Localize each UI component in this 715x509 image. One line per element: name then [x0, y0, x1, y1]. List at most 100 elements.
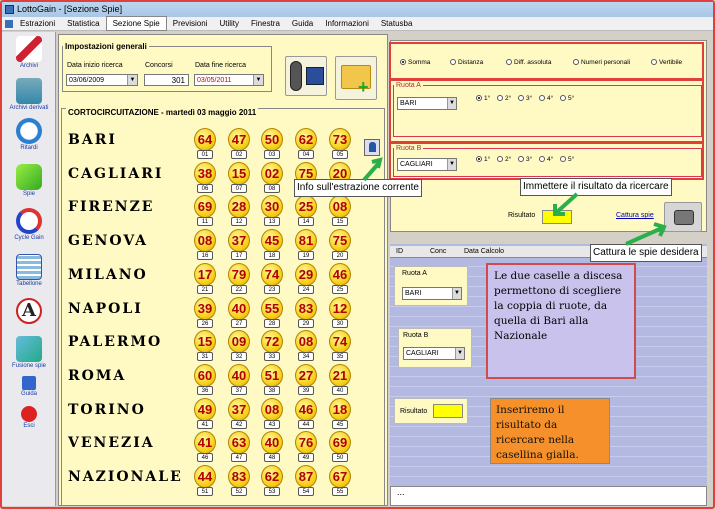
menu-previsioni[interactable]: Previsioni — [167, 17, 214, 30]
number-ball: 46 — [295, 397, 317, 421]
toolbar-tabellone[interactable]: Tabellone — [2, 254, 56, 287]
ruota-a-position-4[interactable]: 4° — [539, 95, 553, 102]
number-ball: 74 — [261, 262, 283, 286]
window-title: LottoGain - [Sezione Spie] — [17, 4, 123, 14]
number-ball: 21 — [329, 363, 351, 387]
number-ball: 12 — [329, 296, 351, 320]
lower-ruota-b-label: Ruota B — [403, 332, 429, 339]
arrow-immettere — [553, 192, 579, 216]
mdi-icon[interactable] — [5, 20, 13, 28]
position-badge: 46 — [197, 453, 213, 463]
menu-informazioni[interactable]: Informazioni — [319, 17, 375, 30]
radio-icon — [560, 95, 566, 102]
toolbar-spie[interactable]: Spie — [2, 164, 56, 197]
chevron-down-icon[interactable]: ▼ — [127, 75, 137, 85]
number-ball: 51 — [261, 363, 283, 387]
mode-option-2[interactable]: Diff. assoluta — [506, 59, 551, 66]
position-badge: 06 — [197, 183, 213, 193]
chevron-down-icon[interactable]: ▼ — [455, 348, 464, 359]
number-ball: 40 — [228, 363, 250, 387]
position-badge: 16 — [197, 251, 213, 261]
ruota-b-select[interactable]: CAGLIARI ▼ — [397, 158, 457, 171]
position-badge: 35 — [332, 352, 348, 362]
number-ball: 67 — [329, 465, 351, 488]
pencil-icon — [16, 36, 42, 62]
toolbar-cycle-gain[interactable]: Cycle Gain — [2, 208, 56, 241]
mode-option-3[interactable]: Numeri personali — [573, 59, 630, 66]
toolbar-esci[interactable]: Esci — [2, 406, 56, 429]
number-ball: 40 — [228, 296, 250, 320]
chevron-down-icon[interactable]: ▼ — [452, 288, 461, 299]
ruota-a-position-3[interactable]: 3° — [518, 95, 532, 102]
menu-sezione-spie[interactable]: Sezione Spie — [105, 16, 167, 31]
flashlight-icon — [16, 164, 42, 190]
position-badge: 51 — [197, 487, 213, 496]
arrow-cattura — [625, 222, 667, 246]
ruota-a-select[interactable]: BARI ▼ — [397, 97, 457, 110]
end-date-field[interactable]: 03/05/2011 ▼ — [194, 74, 264, 86]
left-toolbar: Archivi Archivi derivati Ritardi Spie Cy… — [2, 32, 56, 506]
position-badge: 25 — [332, 284, 348, 294]
mode-option-4[interactable]: Vertibile — [651, 59, 682, 66]
lower-result-input[interactable] — [433, 404, 463, 418]
number-ball: 44 — [194, 465, 216, 488]
note-ruote: Le due caselle a discesa permettono di s… — [486, 263, 636, 379]
open-folder-button[interactable]: + — [335, 56, 377, 100]
ruota-b-position-3[interactable]: 3° — [518, 156, 532, 163]
number-ball: 73 — [329, 128, 351, 151]
save-button[interactable] — [285, 56, 327, 96]
ruota-a-position-1[interactable]: 1° — [476, 95, 490, 102]
toolbar-ritardi[interactable]: Ritardi — [2, 118, 56, 151]
position-badge: 11 — [197, 217, 213, 227]
start-date-field[interactable]: 03/06/2009 ▼ — [66, 74, 138, 86]
ruota-a-position-2[interactable]: 2° — [497, 95, 511, 102]
position-badge: 08 — [264, 183, 280, 193]
draw-title: CORTOCIRCUITAZIONE - martedì 03 maggio 2… — [66, 108, 259, 117]
menu-bar: Estrazioni Statistica Sezione Spie Previ… — [2, 16, 713, 31]
ruota-a-position-5[interactable]: 5° — [560, 95, 574, 102]
city-bari: BARI — [68, 132, 117, 148]
mode-option-0[interactable]: Somma — [400, 59, 430, 66]
toolbar-archivi-derivati[interactable]: Archivi derivati — [2, 78, 56, 111]
menu-utility[interactable]: Utility — [213, 17, 245, 30]
position-badge: 28 — [264, 318, 280, 328]
menu-statistica[interactable]: Statistica — [61, 17, 105, 30]
toolbar-font[interactable]: A — [2, 298, 56, 325]
toolbar-guida[interactable]: Guida — [2, 376, 56, 397]
number-ball: 49 — [194, 397, 216, 421]
col-data[interactable]: Data Calcolo — [464, 246, 504, 257]
book-icon — [22, 376, 36, 390]
radio-icon — [539, 156, 545, 163]
city-firenze: FIRENZE — [68, 199, 155, 216]
ruota-b-position-4[interactable]: 4° — [539, 156, 553, 163]
col-id[interactable]: ID — [396, 246, 403, 257]
toolbar-fusione-spie[interactable]: Fusione spie — [2, 336, 56, 369]
cattura-link[interactable]: Cattura spie — [616, 212, 654, 219]
chevron-down-icon[interactable]: ▼ — [447, 159, 456, 170]
menu-estrazioni[interactable]: Estrazioni — [14, 17, 61, 30]
number-ball: 47 — [228, 128, 250, 151]
chevron-down-icon[interactable]: ▼ — [447, 98, 456, 109]
number-ball: 17 — [194, 262, 216, 286]
menu-finestra[interactable]: Finestra — [245, 17, 286, 30]
number-ball: 79 — [228, 262, 250, 286]
lower-ruota-b-select[interactable]: CAGLIARI ▼ — [403, 347, 465, 360]
col-conc[interactable]: Conc — [430, 246, 446, 257]
number-ball: 62 — [261, 465, 283, 488]
cycle-icon — [16, 208, 42, 234]
number-ball: 45 — [261, 229, 283, 253]
city-nazionale: NAZIONALE — [68, 469, 183, 485]
lower-ruota-a-select[interactable]: BARI ▼ — [402, 287, 462, 300]
mode-option-1[interactable]: Distanza — [450, 59, 483, 66]
menu-guida[interactable]: Guida — [286, 17, 319, 30]
count-field[interactable]: 301 — [144, 74, 189, 86]
toolbar-archivi[interactable]: Archivi — [2, 36, 56, 69]
ruota-b-position-2[interactable]: 2° — [497, 156, 511, 163]
position-badge: 43 — [264, 419, 280, 429]
position-badge: 36 — [197, 385, 213, 395]
ruota-b-position-5[interactable]: 5° — [560, 156, 574, 163]
ruota-b-position-1[interactable]: 1° — [476, 156, 490, 163]
city-torino: TORINO — [68, 401, 146, 418]
chevron-down-icon[interactable]: ▼ — [253, 75, 263, 85]
menu-statusbar[interactable]: Statusba — [375, 17, 419, 30]
